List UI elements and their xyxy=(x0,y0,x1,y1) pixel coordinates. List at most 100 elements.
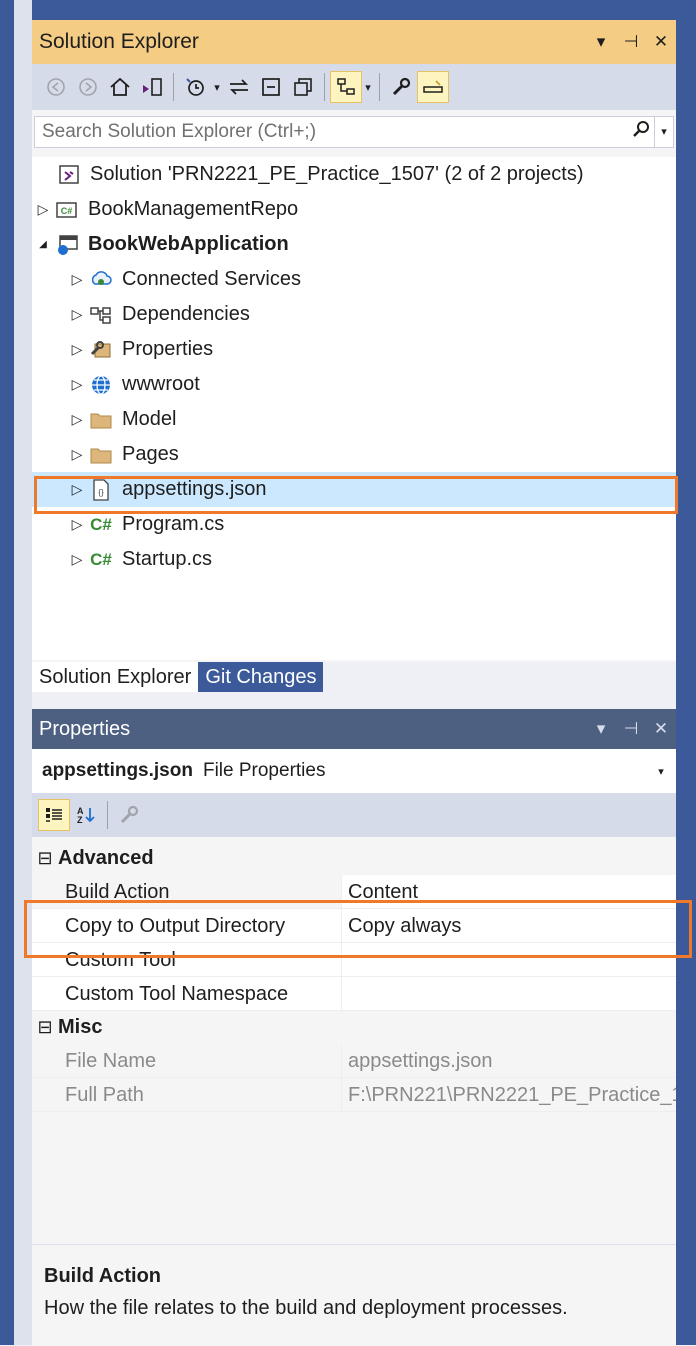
expand-arrow-icon[interactable]: ▷ xyxy=(66,516,88,533)
toolbar-separator xyxy=(379,73,380,101)
tree-item-label: BookManagementRepo xyxy=(88,198,299,220)
folder-icon xyxy=(88,442,114,468)
properties-wrench-icon xyxy=(88,337,114,363)
property-value: appsettings.json xyxy=(341,1044,676,1078)
solution-explorer-toolbar: ▾ ▾ xyxy=(32,64,676,110)
home-icon[interactable] xyxy=(104,71,136,103)
csharp-project-icon: C# xyxy=(54,197,80,223)
chevron-down-icon[interactable]: ▾ xyxy=(646,765,676,778)
property-row-full-path[interactable]: Full Path F:\PRN221\PRN2221_PE_Practice_… xyxy=(32,1078,676,1112)
expand-arrow-icon[interactable]: ▷ xyxy=(66,446,88,463)
window-frame-right xyxy=(676,0,696,1345)
collapse-all-icon[interactable] xyxy=(255,71,287,103)
window-menu-chevron-icon[interactable]: ▾ xyxy=(586,719,616,739)
property-row-custom-tool-namespace[interactable]: Custom Tool Namespace xyxy=(32,977,676,1011)
tree-item-label: Startup.cs xyxy=(122,548,213,570)
property-value[interactable]: Content xyxy=(341,875,676,909)
tree-item-connected-services[interactable]: ▷ Connected Services xyxy=(32,262,676,297)
sync-with-active-document-icon[interactable] xyxy=(223,71,255,103)
solution-tree: Solution 'PRN2221_PE_Practice_1507' (2 o… xyxy=(32,157,676,660)
chevron-down-icon[interactable]: ▾ xyxy=(211,81,223,94)
object-selector[interactable]: appsettings.json File Properties ▾ xyxy=(32,749,676,793)
description-pane: Build Action How the file relates to the… xyxy=(32,1244,676,1346)
solution-explorer-tab-strip: Solution Explorer Git Changes xyxy=(32,662,676,692)
collapse-box-icon[interactable]: ⊟ xyxy=(32,1017,58,1038)
expand-arrow-icon[interactable]: ▷ xyxy=(66,341,88,358)
wrench-icon[interactable] xyxy=(385,71,417,103)
alphabetical-sort-icon[interactable]: AZ xyxy=(70,799,102,831)
description-text: How the file relates to the build and de… xyxy=(44,1297,568,1319)
property-row-copy-to-output[interactable]: Copy to Output Directory Copy always xyxy=(32,909,676,943)
search-input[interactable]: Search Solution Explorer (Ctrl+;) xyxy=(35,121,628,143)
pin-icon[interactable]: ⊣ xyxy=(616,32,646,52)
tree-item-properties[interactable]: ▷ Properties xyxy=(32,332,676,367)
pin-icon[interactable]: ⊣ xyxy=(616,719,646,739)
tree-item-label: Dependencies xyxy=(122,303,250,325)
collapse-arrow-icon[interactable]: ◢ xyxy=(32,239,54,250)
category-label: Advanced xyxy=(58,847,154,869)
chevron-down-icon[interactable]: ▾ xyxy=(362,81,374,94)
toolbar-separator xyxy=(107,801,108,829)
svg-text:C#: C# xyxy=(61,206,73,216)
expand-arrow-icon[interactable]: ▷ xyxy=(66,551,88,568)
tree-item-pages-folder[interactable]: ▷ Pages xyxy=(32,437,676,472)
toolbar-separator xyxy=(173,73,174,101)
preview-selected-items-icon[interactable] xyxy=(330,71,362,103)
search-options-chevron-icon[interactable]: ▾ xyxy=(654,117,673,147)
property-value[interactable] xyxy=(341,943,676,977)
tree-item-bookmanagementrepo[interactable]: ▷ C# BookManagementRepo xyxy=(32,192,676,227)
property-row-build-action[interactable]: Build Action Content xyxy=(32,875,676,909)
expand-arrow-icon[interactable]: ▷ xyxy=(66,411,88,428)
property-value[interactable] xyxy=(341,977,676,1011)
pending-changes-filter-icon[interactable] xyxy=(179,71,211,103)
tab-git-changes[interactable]: Git Changes xyxy=(198,662,324,692)
close-icon[interactable]: ✕ xyxy=(646,719,676,739)
preview-icon[interactable] xyxy=(417,71,449,103)
tab-solution-explorer[interactable]: Solution Explorer xyxy=(32,662,199,692)
tree-item-label: Model xyxy=(122,408,177,430)
csharp-file-icon: C# xyxy=(90,549,112,569)
tree-item-program-cs[interactable]: ▷ C# Program.cs xyxy=(32,507,676,542)
category-label: Misc xyxy=(58,1016,103,1038)
collapse-box-icon[interactable]: ⊟ xyxy=(32,848,58,869)
close-icon[interactable]: ✕ xyxy=(646,32,676,52)
property-value[interactable]: Copy always xyxy=(341,909,676,943)
search-icon[interactable] xyxy=(628,120,654,144)
properties-toolbar: AZ xyxy=(32,793,676,837)
switch-views-icon[interactable] xyxy=(136,71,168,103)
tree-item-label: Pages xyxy=(122,443,179,465)
property-value: F:\PRN221\PRN2221_PE_Practice_1 xyxy=(341,1078,676,1112)
folder-icon xyxy=(88,407,114,433)
back-icon[interactable] xyxy=(40,71,72,103)
categorized-view-icon[interactable] xyxy=(38,799,70,831)
window-menu-chevron-icon[interactable]: ▾ xyxy=(586,32,616,52)
category-misc[interactable]: ⊟ Misc xyxy=(32,1011,676,1044)
expand-arrow-icon[interactable]: ▷ xyxy=(66,306,88,323)
solution-explorer-title: Solution Explorer xyxy=(39,30,199,53)
property-name: File Name xyxy=(32,1044,341,1078)
tree-item-solution[interactable]: Solution 'PRN2221_PE_Practice_1507' (2 o… xyxy=(32,157,676,192)
property-row-file-name[interactable]: File Name appsettings.json xyxy=(32,1044,676,1078)
expand-arrow-icon[interactable]: ▷ xyxy=(66,271,88,288)
search-box[interactable]: Search Solution Explorer (Ctrl+;) ▾ xyxy=(34,116,674,148)
editor-edge xyxy=(14,0,32,1345)
property-name: Custom Tool Namespace xyxy=(32,977,341,1011)
tree-item-dependencies[interactable]: ▷ Dependencies xyxy=(32,297,676,332)
expand-arrow-icon[interactable]: ▷ xyxy=(66,376,88,393)
category-advanced[interactable]: ⊟ Advanced xyxy=(32,842,676,875)
property-name: Full Path xyxy=(32,1078,341,1112)
tree-item-bookwebapplication[interactable]: ◢ BookWebApplication xyxy=(32,227,676,262)
tree-item-wwwroot[interactable]: ▷ wwwroot xyxy=(32,367,676,402)
show-all-files-icon[interactable] xyxy=(287,71,319,103)
solution-explorer-titlebar: Solution Explorer ▾ ⊣ ✕ xyxy=(32,20,676,64)
forward-icon[interactable] xyxy=(72,71,104,103)
expand-arrow-icon[interactable]: ▷ xyxy=(32,201,54,218)
window-frame-top xyxy=(0,0,696,20)
solution-explorer-panel: Solution Explorer ▾ ⊣ ✕ ▾ ▾ Search Solut… xyxy=(32,20,678,692)
expand-arrow-icon[interactable]: ▷ xyxy=(66,481,88,498)
property-pages-wrench-icon[interactable] xyxy=(113,799,145,831)
tree-item-model-folder[interactable]: ▷ Model xyxy=(32,402,676,437)
property-row-custom-tool[interactable]: Custom Tool xyxy=(32,943,676,977)
tree-item-startup-cs[interactable]: ▷ C# Startup.cs xyxy=(32,542,676,577)
tree-item-appsettings-json[interactable]: ▷ {} appsettings.json xyxy=(32,472,676,507)
